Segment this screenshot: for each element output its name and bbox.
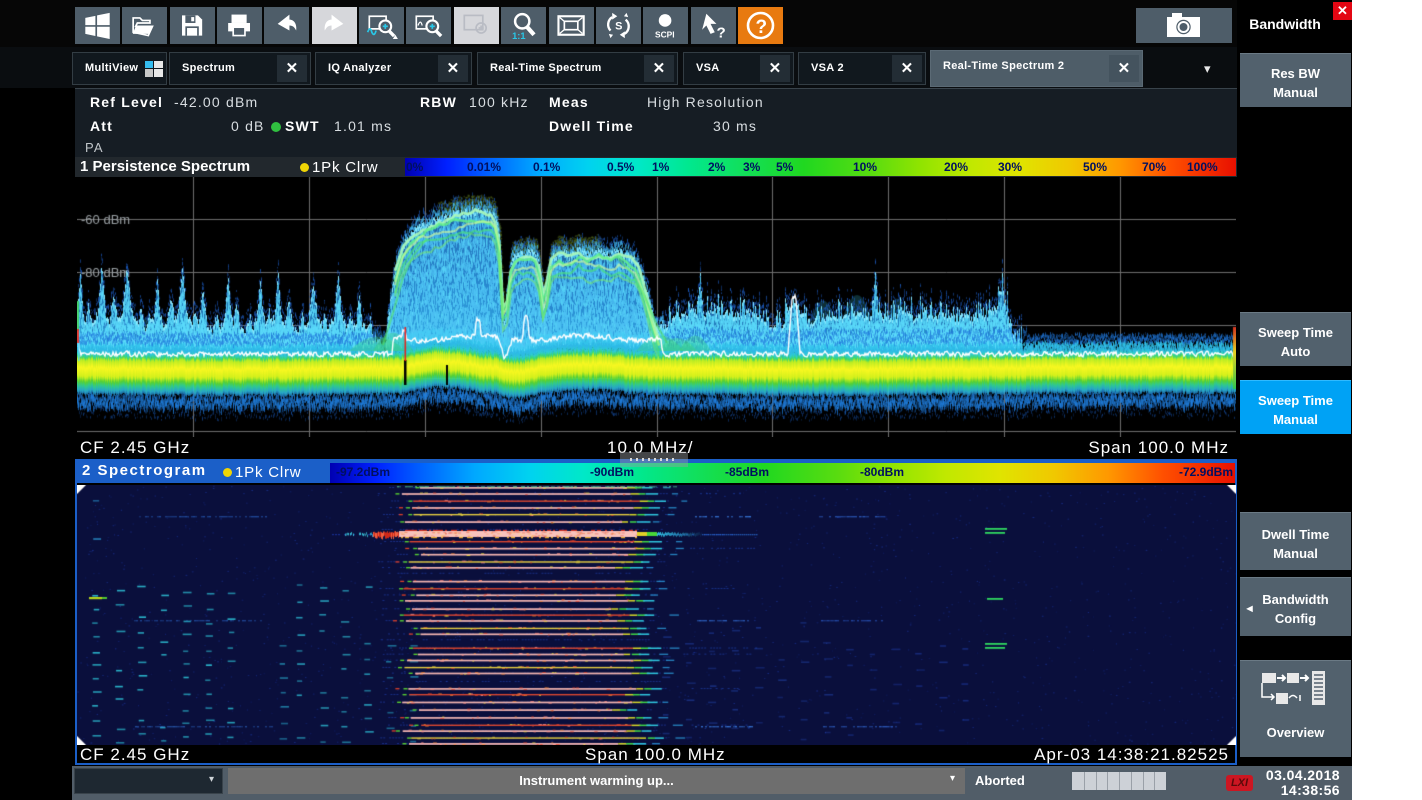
svg-text:?: ?	[716, 24, 725, 41]
svg-text:?: ?	[755, 17, 767, 38]
svg-text:S: S	[615, 21, 622, 33]
svg-text:1:1: 1:1	[512, 31, 525, 41]
svg-text:SCPI: SCPI	[655, 29, 675, 39]
